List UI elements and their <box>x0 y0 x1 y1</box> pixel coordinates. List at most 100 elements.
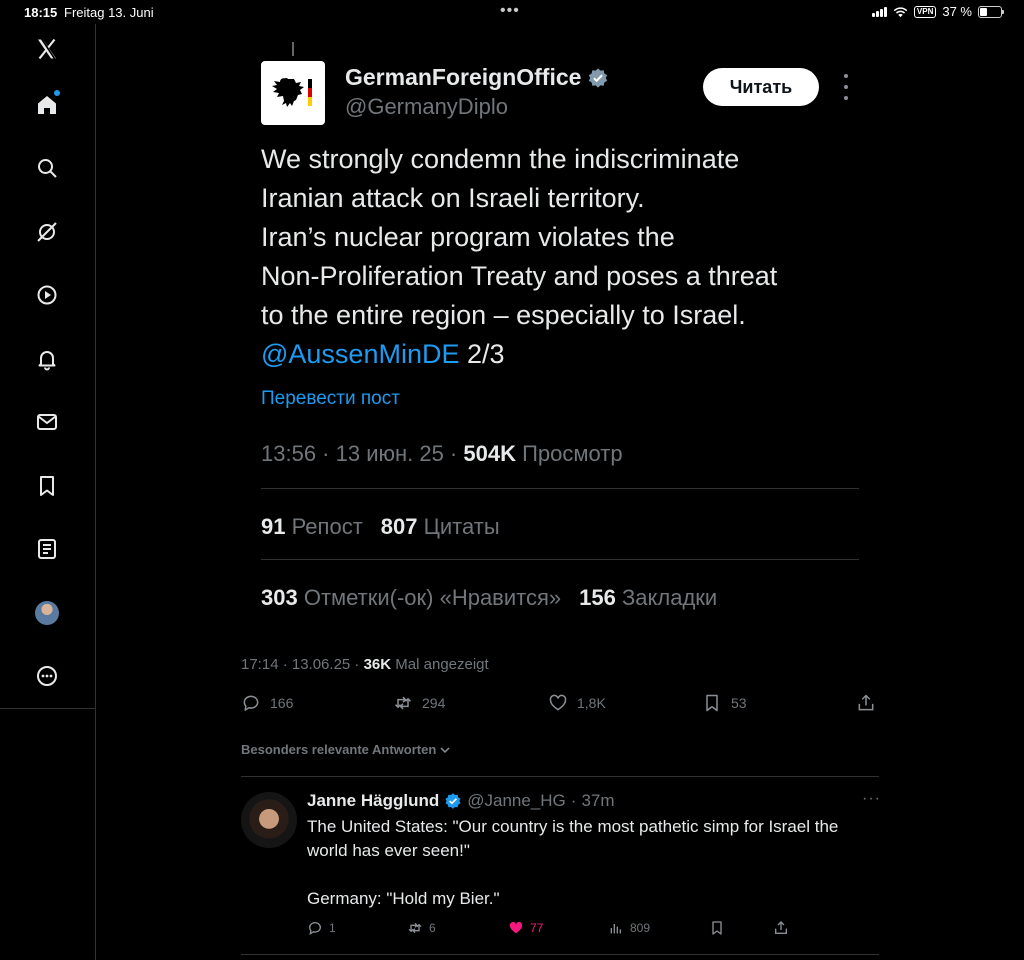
embedded-text-line: Iran’s nuclear program violates the <box>261 222 675 252</box>
divider <box>241 776 879 777</box>
follow-button[interactable]: Читать <box>703 68 819 106</box>
repost-icon <box>408 922 422 934</box>
lists-icon[interactable] <box>32 534 62 564</box>
likes-label: Отметки(-ок) «Нравится» <box>297 585 562 610</box>
divider <box>261 488 859 489</box>
reposts-label: Репост <box>285 514 363 539</box>
divider <box>261 559 859 560</box>
quotes-count: 807 <box>380 514 418 539</box>
share-icon <box>775 921 787 934</box>
notification-dot <box>54 90 60 96</box>
embedded-text-line: to the entire region – especially to Isr… <box>261 300 746 330</box>
embedded-author-name-text: GermanForeignOffice <box>345 64 582 90</box>
video-icon[interactable] <box>32 280 62 310</box>
reply-reply-button[interactable]: 1 <box>307 920 336 936</box>
wifi-icon <box>893 6 908 17</box>
german-eagle-logo <box>261 61 325 125</box>
post-meta: 17:14 · 13.06.25 · 36K Mal angezeigt <box>241 656 489 673</box>
heart-filled-icon <box>509 921 523 934</box>
search-icon[interactable] <box>32 153 62 183</box>
mention-link[interactable]: @AussenMinDE <box>261 339 459 369</box>
reply-like-count: 77 <box>530 921 544 935</box>
bookmark-icon[interactable] <box>32 471 62 501</box>
embedded-views-label: Просмотр <box>515 441 623 466</box>
mail-icon[interactable] <box>32 407 62 437</box>
profile-avatar[interactable] <box>32 598 62 628</box>
battery-percent: 37 % <box>942 4 972 19</box>
replies-sort-label: Besonders relevante Antworten <box>241 742 437 757</box>
embedded-post-screenshot[interactable]: GermanForeignOffice @GermanyDiplo Читать… <box>240 38 880 638</box>
reply-repost-button[interactable]: 6 <box>407 920 436 936</box>
x-logo-icon[interactable] <box>32 34 62 64</box>
sidebar-divider <box>0 708 95 709</box>
reply-count: 166 <box>270 695 294 711</box>
embedded-text-line: Non-Proliferation Treaty and poses a thr… <box>261 261 778 291</box>
translate-post-link[interactable]: Перевести пост <box>261 388 400 410</box>
status-date: Freitag 13. Juni <box>64 5 154 20</box>
post-actions-bar: 166 294 1,8K 53 <box>241 693 879 717</box>
grok-icon[interactable] <box>32 217 62 247</box>
multitask-dots[interactable]: ••• <box>500 2 520 20</box>
reply-reply-count: 1 <box>329 921 336 935</box>
separator-dot: · <box>570 791 577 810</box>
verified-badge-icon <box>445 793 461 809</box>
embedded-author-name[interactable]: GermanForeignOffice <box>345 64 609 91</box>
status-bar: 18:15 Freitag 13. Juni ••• VPN 37 % <box>0 0 1024 24</box>
embedded-stats-row-1: 91 Репост 807 Цитаты <box>261 514 500 540</box>
divider <box>241 954 879 955</box>
vpn-badge: VPN <box>913 5 937 18</box>
embedded-post-text: We strongly condemn the indiscriminate I… <box>261 140 861 374</box>
bookmark-button[interactable]: 53 <box>702 693 747 713</box>
reply-text: The United States: "Our country is the m… <box>307 815 877 911</box>
status-time: 18:15 <box>24 5 58 20</box>
embedded-author-handle[interactable]: @GermanyDiplo <box>345 94 508 120</box>
reply-time[interactable]: 37m <box>581 791 614 811</box>
bookmarks-label: Закладки <box>615 585 718 610</box>
reply-more-icon[interactable]: ··· <box>862 790 881 808</box>
like-button[interactable]: 1,8K <box>548 693 606 713</box>
embedded-more-icon[interactable] <box>838 74 854 100</box>
reply-paragraph: The United States: "Our country is the m… <box>307 817 839 860</box>
reply-header: Janne Hägglund @Janne_HG · 37m <box>307 791 615 811</box>
reply-icon <box>309 922 321 936</box>
embedded-text-line: Iranian attack on Israeli territory. <box>261 183 645 213</box>
embedded-text-line: We strongly condemn the indiscriminate <box>261 144 740 174</box>
battery-icon <box>978 5 1004 18</box>
reply-author-handle[interactable]: @Janne_HG <box>467 791 566 811</box>
post-timestamp[interactable]: 17:14 · 13.06.25 · <box>241 656 364 673</box>
analytics-icon <box>610 924 621 934</box>
thread-line <box>292 42 294 56</box>
reply-author-avatar[interactable] <box>241 792 297 848</box>
cellular-signal-icon <box>871 6 887 17</box>
reply-author-name[interactable]: Janne Hägglund <box>307 791 439 811</box>
more-icon[interactable] <box>32 661 62 691</box>
likes-count: 303 <box>261 585 298 610</box>
reply-views-count: 809 <box>630 921 651 935</box>
gray-verified-badge-icon <box>589 67 608 88</box>
share-icon <box>858 694 874 711</box>
share-button[interactable] <box>856 693 876 713</box>
home-icon[interactable] <box>32 90 62 120</box>
status-right: VPN 37 % <box>871 4 1004 19</box>
app-root: { "status_bar": { "time": "18:15", "date… <box>0 0 1024 960</box>
embedded-timestamp: 13:56 · 13 июн. 25 · <box>261 441 464 466</box>
bell-icon[interactable] <box>32 344 62 374</box>
chevron-down-icon <box>440 746 450 753</box>
quotes-label: Цитаты <box>417 514 500 539</box>
repost-count: 294 <box>422 695 446 711</box>
reply-actions-bar: 1 6 77 809 <box>307 920 877 940</box>
reply-spacer <box>307 863 877 887</box>
reply-share-button[interactable] <box>773 920 789 936</box>
reply-bookmark-button[interactable] <box>709 920 725 936</box>
bookmark-icon <box>712 921 722 935</box>
like-count: 1,8K <box>577 695 606 711</box>
reply-repost-count: 6 <box>429 921 436 935</box>
repost-button[interactable]: 294 <box>393 693 445 713</box>
embedded-views-count: 504K <box>463 441 516 466</box>
reply-button[interactable]: 166 <box>241 693 293 713</box>
reply-like-button[interactable]: 77 <box>508 920 543 936</box>
reposts-count: 91 <box>261 514 286 539</box>
embedded-stats-row-2: 303 Отметки(-ок) «Нравится» 156 Закладки <box>261 585 717 611</box>
reply-views-button[interactable]: 809 <box>608 920 650 936</box>
replies-sort-dropdown[interactable]: Besonders relevante Antworten <box>241 742 451 757</box>
